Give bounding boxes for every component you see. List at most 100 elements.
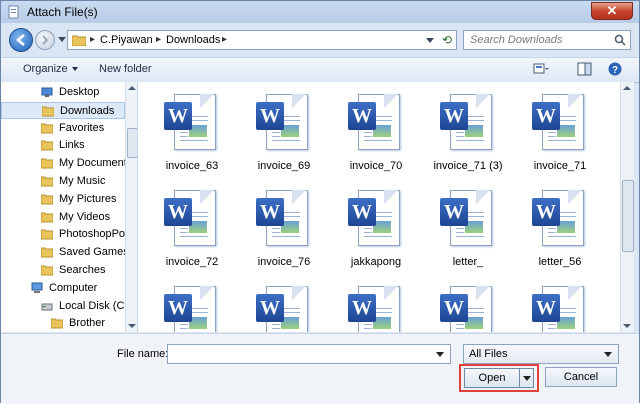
chevron-down-icon[interactable] <box>436 352 444 357</box>
sidebar-item-label: Links <box>59 139 85 152</box>
sidebar-item-local-disk-c[interactable]: Local Disk (C:) <box>1 298 125 315</box>
file-item[interactable]: Winvoice_71 <box>514 86 606 182</box>
preview-pane-icon[interactable] <box>577 62 593 76</box>
sidebar-item-label: Local Disk (C:) <box>59 299 125 312</box>
sidebar-item-downloads[interactable]: Downloads <box>1 101 125 119</box>
word-document-icon: W <box>532 286 584 332</box>
word-document-icon: W <box>164 94 216 150</box>
sidebar-item-computer[interactable]: Computer <box>1 280 125 297</box>
sidebar-item-label: My Videos <box>59 210 111 223</box>
nav-scrollbar[interactable] <box>125 82 137 332</box>
chevron-down-icon <box>604 352 612 357</box>
address-bar[interactable]: ▸ C.Piyawan ▸ Downloads ▸ ⟲ <box>67 30 457 50</box>
file-name: invoice_70 <box>349 160 403 172</box>
sidebar-item-favorites[interactable]: Favorites <box>1 120 125 137</box>
nav-scroll-thumb[interactable] <box>127 128 137 158</box>
file-item[interactable]: Winvoice_70 <box>330 86 422 182</box>
documents-folder-icon <box>41 158 53 169</box>
file-type-value: All Files <box>469 348 508 360</box>
sidebar-item-label: Computer <box>49 281 98 294</box>
back-button[interactable] <box>9 28 33 52</box>
scroll-up-icon[interactable] <box>128 86 136 90</box>
word-document-icon: W <box>440 286 492 332</box>
sidebar-item-desktop[interactable]: Desktop <box>1 84 125 101</box>
sidebar-item-my-music[interactable]: My Music <box>1 173 125 190</box>
favorites-folder-icon <box>41 123 53 134</box>
file-item[interactable]: Winvoice_63 <box>146 86 238 182</box>
scroll-up-icon[interactable] <box>623 86 631 90</box>
file-item[interactable]: W <box>330 278 422 332</box>
word-document-icon: W <box>164 286 216 332</box>
sidebar-item-label: Favorites <box>59 121 105 134</box>
file-name: invoice_71 (3) <box>433 160 503 172</box>
file-item[interactable]: Wletter_ <box>422 182 514 278</box>
breadcrumb-user[interactable]: C.Piyawan <box>100 34 153 46</box>
navigation-pane: Desktop Downloads Favorites Links My Documen… <box>1 82 138 332</box>
file-item[interactable]: W <box>422 278 514 332</box>
scroll-down-icon[interactable] <box>128 324 136 328</box>
help-icon[interactable]: ? <box>607 62 623 76</box>
close-icon: ✕ <box>606 3 618 18</box>
search-box[interactable]: Search Downloads <box>463 30 631 50</box>
chevron-down-icon <box>523 376 531 381</box>
file-item[interactable]: W <box>146 278 238 332</box>
file-item[interactable]: Winvoice_72 <box>146 182 238 278</box>
word-document-icon: W <box>440 94 492 150</box>
sidebar-item-searches[interactable]: Searches <box>1 262 125 279</box>
breadcrumb-separator-icon: ▸ <box>222 34 228 45</box>
sidebar-item-label: Desktop <box>59 86 100 98</box>
breadcrumb-separator-icon: ▸ <box>156 34 162 45</box>
sidebar-item-links[interactable]: Links <box>1 137 125 154</box>
chevron-down-icon <box>71 67 78 72</box>
sidebar-item-photoshopport[interactable]: PhotoshopPort <box>1 226 125 243</box>
file-item[interactable]: W <box>514 278 606 332</box>
sidebar-item-my-videos[interactable]: My Videos <box>1 209 125 226</box>
file-item[interactable]: Winvoice_76 <box>238 182 330 278</box>
sidebar-item-label: Saved Games <box>59 246 125 259</box>
sidebar-item-saved-games[interactable]: Saved Games <box>1 244 125 261</box>
word-document-icon: W <box>348 286 400 332</box>
file-list-scroll-thumb[interactable] <box>622 180 634 252</box>
file-list-scrollbar[interactable] <box>620 82 634 332</box>
links-folder-icon <box>41 140 53 151</box>
dialog-footer: File name: All Files Open Cancel <box>1 333 639 404</box>
file-item[interactable]: Wletter_56 <box>514 182 606 278</box>
new-folder-button[interactable]: New folder <box>99 63 152 75</box>
file-item[interactable]: W <box>238 278 330 332</box>
organize-label: Organize <box>23 63 68 75</box>
attach-file-dialog: Attach File(s) ✕ ▸ C.Piyawan ▸ Downloads… <box>0 0 640 404</box>
scroll-down-icon[interactable] <box>623 324 631 328</box>
music-folder-icon <box>41 176 53 187</box>
word-document-icon: W <box>348 190 400 246</box>
open-button[interactable]: Open <box>464 368 520 388</box>
file-name: letter_56 <box>538 256 582 268</box>
breadcrumb-downloads[interactable]: Downloads <box>166 34 220 46</box>
sidebar-item-label: Brother <box>69 317 106 330</box>
sidebar-item-label: My Pictures <box>59 192 117 205</box>
file-item[interactable]: Wjakkapong <box>330 182 422 278</box>
search-input[interactable]: Search Downloads <box>470 34 562 46</box>
search-icon[interactable] <box>614 34 626 46</box>
sidebar-item-label: My Music <box>59 175 106 187</box>
cancel-button[interactable]: Cancel <box>545 367 617 387</box>
recent-locations-dropdown[interactable] <box>58 37 66 42</box>
organize-button[interactable]: Organize <box>23 63 78 75</box>
file-name-field[interactable] <box>167 344 451 364</box>
sidebar-item-my-documents[interactable]: My Documents <box>1 155 125 172</box>
forward-button[interactable] <box>35 30 55 50</box>
word-document-icon: W <box>256 286 308 332</box>
refresh-icon[interactable]: ⟲ <box>442 33 452 47</box>
file-name-label: File name: <box>117 348 169 360</box>
file-item[interactable]: Winvoice_69 <box>238 86 330 182</box>
pictures-folder-icon <box>41 194 53 205</box>
close-button[interactable]: ✕ <box>591 2 633 20</box>
sidebar-item-brother[interactable]: Brother <box>1 315 125 332</box>
open-options-dropdown[interactable] <box>520 368 534 388</box>
address-dropdown[interactable] <box>426 38 434 43</box>
change-view-icon[interactable] <box>533 62 549 76</box>
forward-arrow-icon <box>42 35 49 45</box>
sidebar-item-my-pictures[interactable]: My Pictures <box>1 191 125 208</box>
file-item[interactable]: Winvoice_71 (3) <box>422 86 514 182</box>
file-name: invoice_72 <box>165 256 219 268</box>
file-type-select[interactable]: All Files <box>463 344 619 364</box>
